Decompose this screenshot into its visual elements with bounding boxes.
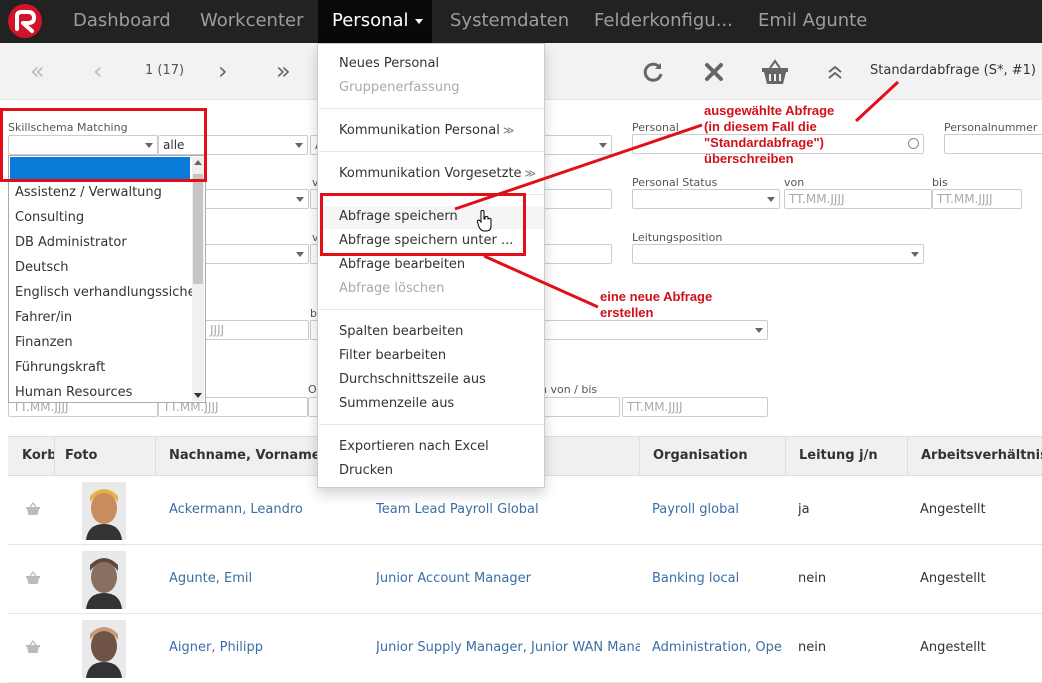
annotation-overwrite-query: ausgewählte Abfrage (in diesem Fall die … — [704, 103, 834, 167]
annotation-arrows — [0, 0, 1042, 648]
annotation-new-query: eine neue Abfrage erstellen — [600, 289, 712, 321]
